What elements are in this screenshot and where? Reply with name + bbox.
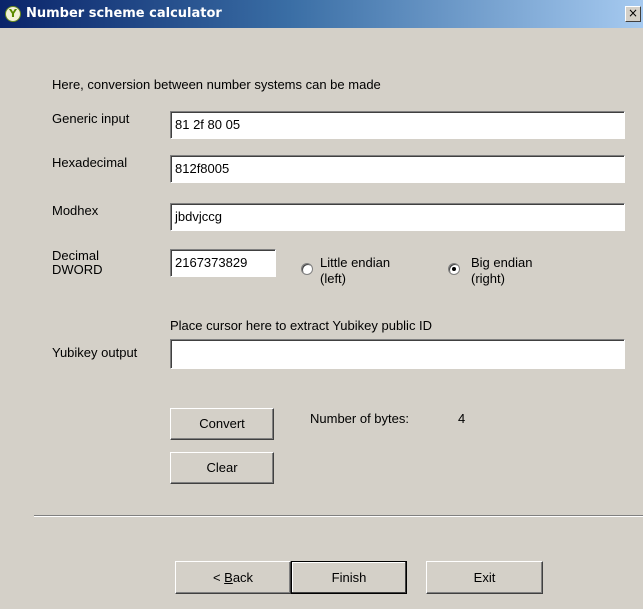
decimal-label-line1: Decimal xyxy=(52,248,99,263)
decimal-dword-field[interactable]: 2167373829 xyxy=(170,249,276,277)
back-prefix: < xyxy=(212,570,225,585)
decimal-label-line2: DWORD xyxy=(52,262,103,277)
clear-button[interactable]: Clear xyxy=(170,452,274,484)
little-endian-line1: Little endian xyxy=(320,255,391,270)
little-endian-label[interactable]: Little endian (left) xyxy=(320,255,390,287)
yubikey-hint: Place cursor here to extract Yubikey pub… xyxy=(170,318,433,333)
title-bar[interactable]: Y Number scheme calculator × xyxy=(0,0,643,28)
back-mnemonic: B xyxy=(224,570,233,585)
yubikey-output-label: Yubikey output xyxy=(52,345,138,360)
calculator-window: Y Number scheme calculator × Here, conve… xyxy=(0,0,643,609)
number-of-bytes-value: 4 xyxy=(458,411,466,426)
yubikey-output-field[interactable] xyxy=(170,339,625,369)
convert-button[interactable]: Convert xyxy=(170,408,274,440)
number-of-bytes-label: Number of bytes: xyxy=(310,411,409,426)
little-endian-line2: (left) xyxy=(320,271,346,286)
modhex-label: Modhex xyxy=(52,203,99,218)
big-endian-line1: Big endian xyxy=(471,255,533,270)
back-rest: ack xyxy=(232,570,254,585)
hexadecimal-label: Hexadecimal xyxy=(52,155,128,170)
big-endian-label[interactable]: Big endian (right) xyxy=(471,255,532,287)
back-button[interactable]: < Back xyxy=(175,561,291,594)
exit-button[interactable]: Exit xyxy=(426,561,543,594)
generic-input-field[interactable]: 81 2f 80 05 xyxy=(170,111,625,139)
little-endian-radio[interactable] xyxy=(301,263,313,275)
big-endian-radio[interactable] xyxy=(448,263,460,275)
decimal-dword-label: Decimal DWORD xyxy=(52,249,103,277)
close-icon[interactable]: × xyxy=(625,6,641,22)
window-title: Number scheme calculator xyxy=(26,6,222,21)
modhex-field[interactable]: jbdvjccg xyxy=(170,203,625,231)
big-endian-line2: (right) xyxy=(471,271,505,286)
generic-input-label: Generic input xyxy=(52,111,130,126)
intro-text: Here, conversion between number systems … xyxy=(52,77,381,92)
finish-button[interactable]: Finish xyxy=(291,561,407,594)
radio-selected-dot xyxy=(452,267,456,271)
hexadecimal-field[interactable]: 812f8005 xyxy=(170,155,625,183)
separator-line xyxy=(34,515,643,517)
yubikey-app-icon: Y xyxy=(5,6,21,22)
